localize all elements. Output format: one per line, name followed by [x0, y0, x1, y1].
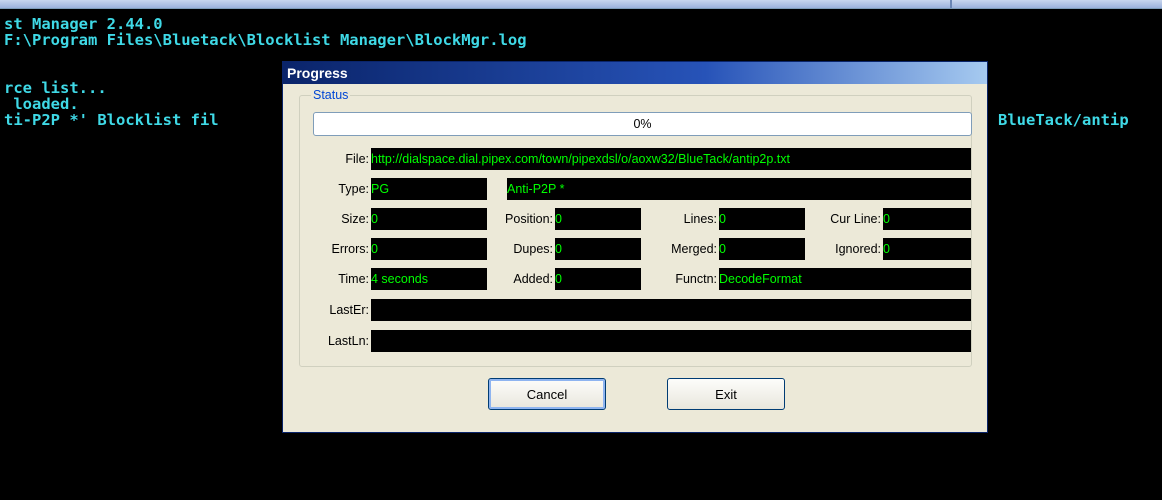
time-value: 4 seconds [371, 268, 487, 290]
last-error-value [371, 299, 971, 321]
position-label: Position: [505, 212, 553, 226]
functn-value: DecodeFormat [719, 268, 971, 290]
exit-button[interactable]: Exit [667, 378, 785, 410]
errors-label: Errors: [331, 242, 370, 256]
ignored-value: 0 [883, 238, 971, 260]
merged-value: 0 [719, 238, 805, 260]
errors-value: 0 [371, 238, 487, 260]
file-label: File: [345, 152, 369, 166]
progress-dialog: Progress Status 0% File: http://dialspac… [283, 62, 987, 432]
dupes-value: 0 [555, 238, 641, 260]
position-value: 0 [555, 208, 641, 230]
progress-bar: 0% [313, 112, 972, 136]
top-edge-marker [950, 0, 952, 8]
time-label: Time: [338, 272, 369, 286]
type-label: Type: [338, 182, 369, 196]
progress-percent: 0% [633, 117, 652, 131]
cur-line-label: Cur Line: [830, 212, 881, 226]
size-value: 0 [371, 208, 487, 230]
file-value: http://dialspace.dial.pipex.com/town/pip… [371, 148, 971, 170]
added-label: Added: [513, 272, 553, 286]
console-line: st Manager 2.44.0 [4, 15, 163, 33]
console-line: BlueTack/antip [998, 111, 1129, 129]
dupes-label: Dupes: [513, 242, 553, 256]
merged-label: Merged: [671, 242, 717, 256]
console-line: rce list... [4, 79, 107, 97]
console-line: loaded. [4, 95, 79, 113]
lines-value: 0 [719, 208, 805, 230]
status-group-label: Status [311, 88, 351, 102]
cur-line-value: 0 [883, 208, 971, 230]
window-top-edge [0, 0, 1162, 9]
dialog-title[interactable]: Progress [283, 62, 987, 84]
type-name-value: Anti-P2P * [507, 178, 971, 200]
console-line: F:\Program Files\Bluetack\Blocklist Mana… [4, 31, 527, 49]
last-line-label: LastLn: [327, 334, 369, 348]
last-error-label: LastEr: [329, 303, 369, 317]
added-value: 0 [555, 268, 641, 290]
functn-label: Functn: [675, 272, 717, 286]
type-value: PG [371, 178, 487, 200]
last-line-value [371, 330, 971, 352]
console-line: ti-P2P *' Blocklist fil [4, 111, 219, 129]
cancel-button[interactable]: Cancel [488, 378, 606, 410]
lines-label: Lines: [683, 212, 717, 226]
ignored-label: Ignored: [835, 242, 881, 256]
size-label: Size: [341, 212, 369, 226]
